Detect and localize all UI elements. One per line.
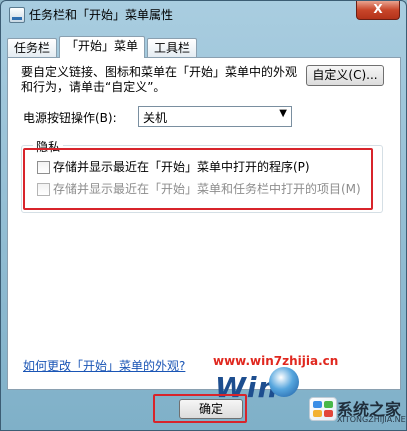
power-button-label: 电源按钮操作(B): [23, 111, 117, 125]
chevron-down-icon: ▼ [279, 108, 287, 119]
dialog-window: 任务栏和「开始」菜单属性 X 任务栏 「开始」菜单 工具栏 要自定义链接、图标和… [0, 0, 407, 431]
power-action-select[interactable]: 关机 ▼ [138, 106, 292, 127]
tab-start-menu[interactable]: 「开始」菜单 [59, 36, 146, 58]
windows-orb-icon [269, 367, 299, 397]
customize-button[interactable]: 自定义(C)... [306, 65, 384, 86]
start-menu-description: 要自定义链接、图标和菜单在「开始」菜单中的外观和行为，请单击“自定义”。 [21, 65, 298, 94]
title-bar[interactable]: 任务栏和「开始」菜单属性 X [1, 1, 406, 27]
watermark-url: www.win7zhijia.cn [213, 354, 339, 368]
brand-subtitle: XITONGZHIJIA.NET [337, 415, 407, 424]
taskbar-icon [9, 7, 25, 23]
close-button[interactable]: X [356, 1, 400, 20]
power-action-value: 关机 [143, 111, 168, 125]
start-menu-help-link[interactable]: 如何更改「开始」菜单的外观? [23, 357, 185, 374]
tab-taskbar[interactable]: 任务栏 [7, 38, 58, 57]
ok-highlight-box [153, 394, 247, 423]
tab-toolbars[interactable]: 工具栏 [147, 38, 198, 57]
brand-logo-icon [309, 397, 337, 421]
privacy-highlight-box [23, 148, 373, 210]
window-title: 任务栏和「开始」菜单属性 [29, 8, 174, 22]
tab-strip: 任务栏 「开始」菜单 工具栏 [7, 36, 397, 58]
